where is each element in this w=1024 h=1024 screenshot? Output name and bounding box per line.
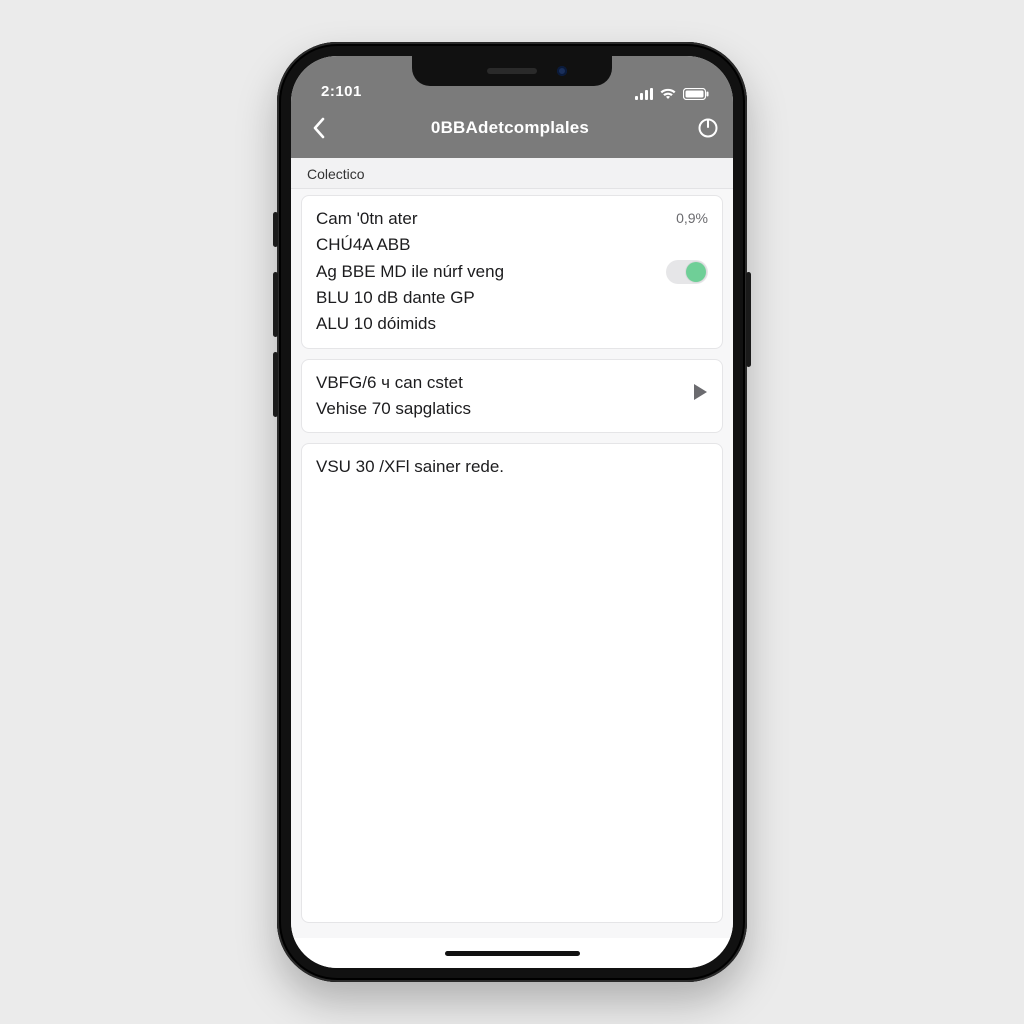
settings-card-3: VSU 30 /XFl sainer rede. bbox=[301, 443, 723, 923]
phone-side-button bbox=[273, 352, 278, 417]
status-time: 2:101 bbox=[321, 83, 362, 100]
list-item-value: 0,9% bbox=[676, 208, 708, 230]
play-icon bbox=[692, 383, 708, 410]
phone-notch bbox=[412, 56, 612, 86]
phone-side-button bbox=[273, 212, 278, 247]
nav-bar: 0BBAdetcomplales bbox=[291, 106, 733, 158]
wifi-icon bbox=[659, 88, 677, 100]
toggle-knob bbox=[686, 262, 706, 282]
status-icons bbox=[635, 88, 709, 100]
list-item-label: CHÚ4A ABB bbox=[316, 232, 708, 258]
phone-side-button bbox=[273, 272, 278, 337]
home-indicator-area bbox=[291, 938, 733, 968]
phone-frame: 2:101 bbox=[277, 42, 747, 982]
list-item-label: VSU 30 /XFl sainer rede. bbox=[316, 454, 708, 480]
phone-screen: 2:101 bbox=[291, 56, 733, 968]
section-header: Colectico bbox=[291, 158, 733, 189]
content-area: Cam '0tn ater 0,9% CHÚ4A ABB Ag BBE MD i… bbox=[291, 189, 733, 938]
front-camera bbox=[557, 66, 567, 76]
phone-side-button bbox=[746, 272, 751, 367]
settings-card-2[interactable]: VBFG/6 ч can cstet Vehise 70 sapglatics bbox=[301, 359, 723, 434]
list-item-label: ALU 10 dóimids bbox=[316, 311, 708, 337]
home-indicator[interactable] bbox=[445, 951, 580, 956]
speaker-slot bbox=[487, 68, 537, 74]
list-item-label: VBFG/6 ч can cstet bbox=[316, 370, 471, 396]
toggle-switch[interactable] bbox=[666, 260, 708, 284]
nav-action-button[interactable] bbox=[683, 117, 719, 139]
list-item-label: BLU 10 dB dante GP bbox=[316, 285, 708, 311]
battery-icon bbox=[683, 88, 709, 100]
chevron-left-icon bbox=[312, 117, 326, 139]
list-item-label: Cam '0tn ater bbox=[316, 206, 418, 232]
back-button[interactable] bbox=[301, 117, 337, 139]
list-item-label: Vehise 70 sapglatics bbox=[316, 396, 471, 422]
power-icon bbox=[697, 117, 719, 139]
list-item[interactable]: Cam '0tn ater 0,9% bbox=[316, 206, 708, 232]
settings-card-1: Cam '0tn ater 0,9% CHÚ4A ABB Ag BBE MD i… bbox=[301, 195, 723, 349]
list-item-label: Ag BBE MD ile núrf veng bbox=[316, 259, 504, 285]
list-item[interactable]: Ag BBE MD ile núrf veng bbox=[316, 259, 708, 285]
page-title: 0BBAdetcomplales bbox=[337, 118, 683, 138]
cellular-signal-icon bbox=[635, 88, 653, 100]
